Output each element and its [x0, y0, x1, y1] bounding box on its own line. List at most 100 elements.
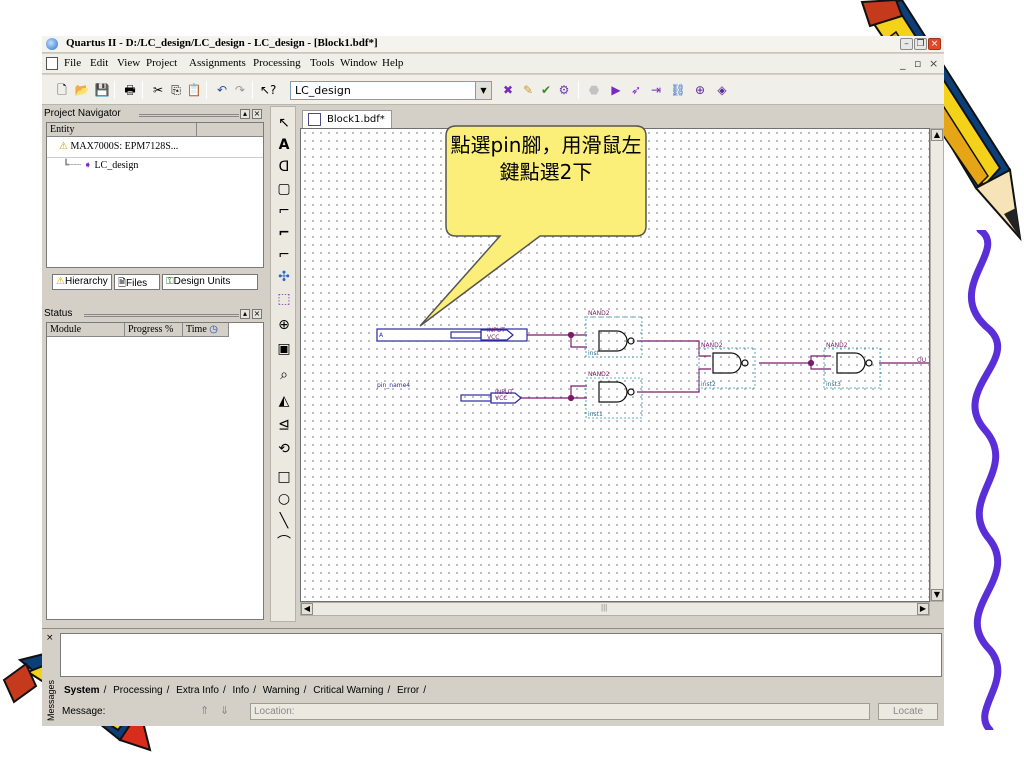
wire-a[interactable]: [527, 334, 587, 348]
block-tool-icon[interactable]: ▢: [276, 181, 292, 197]
mdi-minimize-icon[interactable]: _: [900, 57, 906, 70]
new-file-icon[interactable]: 🗋: [54, 82, 70, 98]
full-screen-icon[interactable]: ▣: [276, 341, 292, 357]
menu-tools[interactable]: Tools: [310, 57, 334, 69]
stop-icon[interactable]: ⬣: [586, 82, 602, 98]
schematic-canvas[interactable]: A INPUT VCC pin_name4 INPUT VCC NAND2 in…: [300, 128, 930, 602]
menu-window[interactable]: Window: [340, 57, 377, 69]
tab-critical-warning[interactable]: Critical Warning: [309, 685, 387, 696]
rotate-icon[interactable]: ⟲: [276, 441, 292, 457]
device-row[interactable]: ⚠ MAX7000S: EPM7128S...: [59, 141, 178, 152]
entity-row[interactable]: ┗┈┈ ➧ LC_design: [63, 160, 138, 171]
next-message-icon[interactable]: ⇓: [220, 704, 229, 717]
status-col-module[interactable]: Module: [47, 323, 125, 337]
save-icon[interactable]: 💾: [94, 82, 110, 98]
document-tab[interactable]: Block1.bdf*: [302, 110, 392, 128]
orthogonal-node-icon[interactable]: ⌐: [276, 203, 292, 219]
tab-system[interactable]: System: [60, 685, 104, 696]
minimize-icon[interactable]: –: [900, 38, 913, 50]
undo-icon[interactable]: ↶: [214, 82, 230, 98]
cut-icon[interactable]: ✂: [150, 82, 166, 98]
tab-processing[interactable]: Processing: [109, 685, 166, 696]
tab-extra-info[interactable]: Extra Info: [172, 685, 223, 696]
text-tool-icon[interactable]: A: [276, 137, 292, 153]
nand-gate-inst2[interactable]: [712, 352, 742, 374]
zoom-tool-icon[interactable]: ⊕: [276, 317, 292, 333]
arc-tool-icon[interactable]: ⌒: [276, 535, 292, 551]
status-col-time[interactable]: Time ◷: [183, 323, 229, 337]
previous-message-icon[interactable]: ⇑: [200, 704, 209, 717]
open-folder-icon[interactable]: 📂: [74, 82, 90, 98]
status-col-progress[interactable]: Progress %: [125, 323, 183, 337]
location-field[interactable]: Location:: [250, 703, 870, 720]
close-icon[interactable]: ×: [928, 38, 941, 50]
wire-pin4[interactable]: [521, 385, 587, 399]
start-analysis-icon[interactable]: ➶: [628, 82, 644, 98]
panel-close-icon[interactable]: ×: [252, 109, 262, 119]
messages-close-icon[interactable]: ×: [46, 633, 54, 643]
help-pointer-icon[interactable]: ↖?: [260, 82, 276, 98]
tab-hierarchy[interactable]: ⚠Hierarchy: [52, 274, 112, 290]
dock-icon[interactable]: ▴: [240, 109, 250, 119]
menu-file[interactable]: File: [64, 57, 81, 69]
timing-icon[interactable]: ⚙: [556, 82, 572, 98]
scroll-left-icon[interactable]: ◀: [301, 603, 313, 615]
entity-column-header-2[interactable]: [197, 123, 263, 137]
check-icon[interactable]: ✔: [538, 82, 554, 98]
compile-analysis-icon[interactable]: ✖: [500, 82, 516, 98]
entity-column-header[interactable]: Entity: [47, 123, 197, 137]
status-close-icon[interactable]: ×: [252, 309, 262, 319]
line-tool-icon[interactable]: ╲: [276, 513, 292, 529]
menu-edit[interactable]: Edit: [90, 57, 108, 69]
menu-assignments[interactable]: Assignments: [189, 57, 246, 69]
copy-icon[interactable]: ⎘: [168, 82, 184, 98]
tab-error[interactable]: Error: [393, 685, 423, 696]
flip-vertical-icon[interactable]: ⊴: [276, 417, 292, 433]
menu-help[interactable]: Help: [382, 57, 403, 69]
partial-select-icon[interactable]: ⬚: [276, 291, 292, 307]
horizontal-scrollbar[interactable]: ◀ ||| ▶: [300, 602, 930, 616]
restore-icon[interactable]: ❐: [914, 38, 927, 50]
menu-project[interactable]: Project: [146, 57, 177, 69]
programmer-icon[interactable]: ⊕: [692, 82, 708, 98]
menu-processing[interactable]: Processing: [253, 57, 301, 69]
menu-view[interactable]: View: [117, 57, 140, 69]
rectangle-tool-icon[interactable]: □: [276, 469, 292, 485]
nand-gate-inst1[interactable]: [598, 381, 628, 403]
redo-icon[interactable]: ↷: [232, 82, 248, 98]
symbol-tool-icon[interactable]: ᗡ: [276, 159, 292, 175]
find-icon[interactable]: ⌕: [276, 367, 292, 383]
mdi-restore-icon[interactable]: ▫: [914, 57, 921, 70]
flip-horizontal-icon[interactable]: ◭: [276, 393, 292, 409]
chevron-down-icon[interactable]: ▼: [475, 82, 491, 99]
messages-list[interactable]: [60, 633, 942, 677]
scroll-grip[interactable]: |||: [601, 603, 607, 612]
simulator-icon[interactable]: ⛓: [670, 82, 686, 98]
wire-inst1-out[interactable]: [637, 368, 711, 393]
scroll-down-icon[interactable]: ▼: [931, 589, 943, 601]
nand-gate-inst[interactable]: [598, 330, 628, 352]
tab-files[interactable]: 🗎Files: [114, 274, 160, 290]
pencil-tool-icon[interactable]: ✎: [520, 82, 536, 98]
project-select[interactable]: LC_design ▼: [290, 81, 492, 100]
locate-button[interactable]: Locate: [878, 703, 938, 720]
oval-tool-icon[interactable]: ○: [276, 491, 292, 507]
conduit-tool-icon[interactable]: ⌐: [276, 247, 292, 263]
selection-tool-icon[interactable]: ↖: [276, 115, 292, 131]
rubberbanding-icon[interactable]: ✣: [276, 269, 292, 285]
print-icon[interactable]: 🖶: [122, 82, 138, 98]
tab-info[interactable]: Info: [229, 685, 254, 696]
orthogonal-bus-icon[interactable]: ⌐: [276, 225, 292, 241]
wire-inst2-out[interactable]: [759, 355, 831, 370]
vertical-scrollbar[interactable]: ▲ ▼: [930, 128, 944, 602]
tab-design-units[interactable]: ⚿Design Units: [162, 274, 258, 290]
wire-inst-out[interactable]: [637, 340, 711, 357]
chip-planner-icon[interactable]: ◈: [714, 82, 730, 98]
paste-icon[interactable]: 📋: [186, 82, 202, 98]
start-icon[interactable]: ▶: [608, 82, 624, 98]
tab-warning[interactable]: Warning: [259, 685, 304, 696]
scroll-up-icon[interactable]: ▲: [931, 129, 943, 141]
scroll-right-icon[interactable]: ▶: [917, 603, 929, 615]
status-dock-icon[interactable]: ▴: [240, 309, 250, 319]
mdi-close-icon[interactable]: ×: [929, 57, 938, 70]
